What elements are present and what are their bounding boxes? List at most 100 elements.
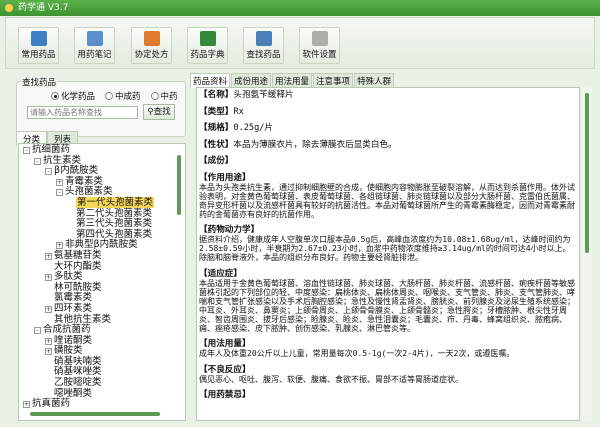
toolbar-button-label: 药品字典: [190, 50, 225, 60]
tree-item-label: 磺胺类: [54, 345, 83, 357]
tree-item-label: 第二代头孢菌素类: [76, 207, 153, 219]
tree-item-label: 多肽类: [54, 271, 83, 283]
notebook-icon: [86, 31, 103, 46]
window-title: 药学通 V3.7: [18, 3, 69, 13]
tab-3[interactable]: 注意事项: [313, 73, 354, 88]
info-field: 【适应症】 本品适用于金黄色葡萄球菌、溶血性链球菌、肺炎球菌、大肠杆菌、肺炎杆菌、…: [199, 268, 577, 333]
tree-item-label: 合成抗菌药: [43, 324, 91, 336]
field-heading: 【适应症】: [199, 268, 242, 279]
book-icon: [199, 31, 216, 46]
category-tree: - 抗细菌药 - 抗生素类 - β内酰胺类 + 青霉素类 - 头孢菌素类 第一代头孢菌素类 第二代头孢…: [18, 143, 186, 421]
radio-label: 化学药品: [61, 92, 96, 102]
collapse-icon[interactable]: -: [45, 168, 52, 176]
expand-icon[interactable]: +: [56, 178, 63, 186]
field-body: 据资料介绍，健康成年人空腹单次口服本品0.5g后，高峰血浓度约为10.08±1.…: [199, 235, 571, 262]
radio-button[interactable]: [150, 92, 159, 100]
field-heading: 【不良反应】: [199, 364, 251, 375]
collapse-icon[interactable]: -: [34, 327, 41, 335]
search-group: 查找药品 化学药品 中成药 中药 ⚲查找: [16, 76, 186, 137]
info-field: 【药物动力学】 据资料介绍，健康成年人空腹单次口服本品0.5g后，高峰血浓度约为1…: [199, 225, 577, 263]
tab-4[interactable]: 特殊人群: [354, 73, 395, 88]
tree-item-label: 氨基糖苷类: [54, 249, 102, 261]
field-value: 0.25g/片: [233, 123, 274, 133]
search-button-label: 查找: [153, 107, 171, 117]
radio-label: 中成药: [115, 92, 141, 102]
field-value: 头孢氨苄缓释片: [233, 90, 294, 100]
info-field: 【成份】: [199, 157, 577, 166]
content-scrollbar[interactable]: [582, 87, 592, 421]
expand-icon[interactable]: +: [23, 401, 30, 409]
info-field: 【不良反应】 偶见恶心、呕吐、腹泻、软便、腹痛、食欲不振、胃部不适等胃肠道症状。: [199, 364, 577, 384]
tree-item-label: 第三代头孢菌素类: [76, 218, 153, 230]
magnifier-icon: [255, 31, 272, 46]
info-field: 【用法用量】 成年人及体重20公斤以上儿童，常用量每次0.5-1g(一次2-4片)…: [199, 339, 577, 359]
gear-icon: [311, 31, 328, 46]
toolbar-button-label: 协定处方: [134, 50, 169, 60]
expand-icon[interactable]: +: [45, 252, 52, 260]
tree-vertical-scrollbar[interactable]: [174, 145, 184, 407]
tree-item-label: 抗细菌药: [32, 144, 71, 155]
collapse-icon[interactable]: -: [34, 157, 41, 165]
collapse-icon[interactable]: -: [56, 189, 63, 197]
search-button[interactable]: ⚲查找: [143, 104, 175, 120]
expand-icon[interactable]: +: [45, 348, 52, 356]
radio-label: 中药: [160, 92, 178, 102]
field-heading: 【药物动力学】: [199, 225, 260, 235]
tree-horizontal-scrollbar[interactable]: [20, 409, 174, 419]
title-bar: 药学通 V3.7: [0, 0, 600, 16]
radio-0[interactable]: 化学药品: [51, 90, 95, 102]
scroll-thumb[interactable]: [177, 155, 181, 215]
tree-item[interactable]: 林可酰胺类: [19, 282, 173, 294]
field-heading: 【用药禁忌】: [199, 390, 251, 400]
tree-item-label: 抗真菌药: [32, 398, 71, 410]
tree-item[interactable]: 氯霉素类: [19, 293, 173, 304]
tree-item-label: 硝基咪唑类: [54, 366, 102, 378]
expand-icon[interactable]: +: [45, 305, 52, 313]
toolbar-button-label: 查找药品: [246, 50, 281, 60]
expand-icon[interactable]: +: [56, 242, 63, 250]
drug-type-radios: 化学药品 中成药 中药: [51, 90, 178, 102]
tree-item[interactable]: + 喹诺酮类: [19, 335, 173, 347]
field-body: 成年人及体重20公斤以上儿童，常用量每次0.5-1g(一次2-4片)，一天2次，…: [199, 349, 515, 358]
radio-1[interactable]: 中成药: [105, 90, 141, 102]
field-value: 本品为薄膜衣片，除去薄膜衣后显类白色。: [233, 139, 397, 150]
search-input[interactable]: [27, 106, 138, 119]
toolbar-button-4[interactable]: 查找药品: [243, 27, 284, 64]
chart-icon: [143, 31, 160, 46]
scroll-thumb[interactable]: [585, 93, 589, 253]
info-field: 【用药禁忌】: [199, 391, 577, 400]
info-field: 【作用用途】 本品为头孢类抗生素，通过抑制细胞壁的合成，使细胞内容物膨胀至破裂溶解…: [199, 173, 577, 219]
tab-0[interactable]: 药品资料: [190, 73, 231, 88]
tab-1[interactable]: 成份用途: [231, 73, 272, 88]
toolbar-button-5[interactable]: 软件设置: [299, 27, 340, 64]
toolbar-button-2[interactable]: 协定处方: [131, 27, 172, 64]
tree-item-label: β内酰胺类: [54, 165, 99, 177]
field-body: 本品适用于金黄色葡萄球菌、溶血性链球菌、肺炎球菌、大肠杆菌、肺炎杆菌、流感杆菌、…: [199, 278, 575, 333]
radio-button[interactable]: [105, 92, 114, 100]
tree-item-label: 头孢菌素类: [65, 186, 113, 198]
radio-button[interactable]: [51, 92, 59, 100]
info-field: 【规格】0.25g/片: [199, 124, 577, 133]
collapse-icon[interactable]: -: [23, 147, 30, 154]
field-heading: 【用法用量】: [199, 339, 251, 349]
toolbar-button-1[interactable]: 用药笔记: [74, 27, 115, 64]
field-heading: 【性状】: [199, 139, 234, 150]
expand-icon[interactable]: +: [45, 337, 52, 345]
toolbar-button-0[interactable]: 常用药品: [18, 27, 59, 64]
tree-item-label: 其他抗生素类: [54, 313, 112, 325]
drug-info-content: 【名称】头孢氨苄缓释片 【类型】Rx 【规格】0.25g/片 【性状】本品为薄膜衣片，…: [196, 87, 580, 421]
toolbar: 常用药品 用药笔记 协定处方 药品字典 查找药品 软件设置: [5, 17, 595, 69]
field-heading: 【规格】: [199, 123, 234, 133]
tab-2[interactable]: 用法用量: [272, 73, 313, 88]
expand-icon[interactable]: +: [45, 274, 52, 282]
tree-item-label: 氯霉素类: [54, 292, 93, 304]
search-group-legend: 查找药品: [21, 76, 58, 88]
radio-2[interactable]: 中药: [150, 90, 178, 102]
drug-detail-panel: 药品资料 成份用途 用法用量 注意事项 特殊人群 【名称】头孢氨苄缓释片 【类型】Rx 【规…: [190, 73, 594, 423]
tree-item[interactable]: 大环内酯类: [19, 261, 173, 273]
id-card-icon: [30, 31, 47, 46]
scroll-thumb[interactable]: [30, 412, 160, 416]
tree-item[interactable]: 乙胺嘧啶类: [19, 377, 173, 389]
toolbar-button-3[interactable]: 药品字典: [187, 27, 228, 64]
tree-item[interactable]: - 合成抗菌药: [19, 324, 173, 336]
